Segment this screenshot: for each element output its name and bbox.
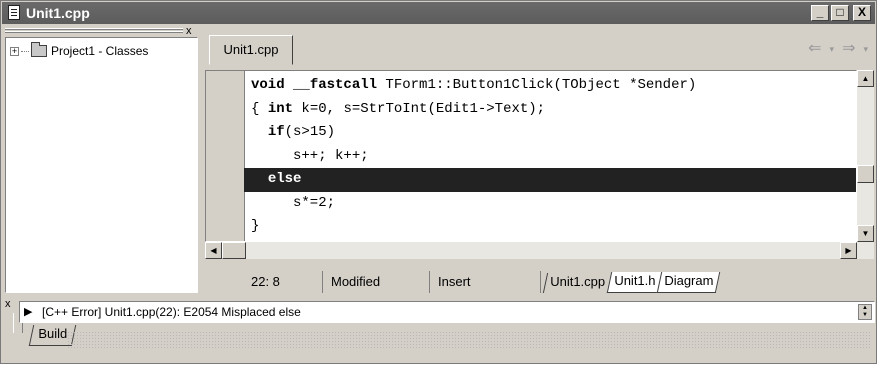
code-lines: void __fastcall TForm1::Button1Click(TOb… (244, 74, 856, 239)
insert-mode-indicator: Insert (430, 271, 541, 293)
cursor-position: 22: 8 (205, 271, 323, 293)
class-explorer-grip[interactable] (5, 27, 183, 35)
code-line[interactable]: { int k=0, s=StrToInt(Edit1->Text); (251, 98, 856, 122)
modified-indicator: Modified (323, 271, 430, 293)
tree-item-label: Project1 - Classes (51, 44, 149, 58)
error-message[interactable]: [C++ Error] Unit1.cpp(22): E2054 Misplac… (42, 302, 301, 322)
minimize-button[interactable]: _ (811, 5, 829, 21)
document-icon (8, 5, 20, 20)
message-scroll-spin[interactable]: ▲ ▼ (858, 304, 872, 320)
horizontal-scrollbar[interactable]: ◀ ▶ (205, 242, 874, 259)
code-line[interactable]: s*=2; (251, 192, 856, 216)
vertical-scroll-thumb[interactable] (857, 165, 874, 183)
editor-pane: Unit1.cpp ⇐ ▾ ⇒ ▾ void __fastcall TForm1… (201, 27, 874, 293)
ide-window: Unit1.cpp _ □ X x + Project1 - Classes U… (0, 0, 877, 364)
message-marker-icon: ▶ (24, 306, 33, 318)
file-tab-diagram[interactable]: Diagram (656, 272, 721, 293)
horizontal-scroll-thumb[interactable] (222, 242, 246, 259)
window-title: Unit1.cpp (26, 5, 90, 21)
code-keyword: else (267, 171, 302, 187)
editor-tab-bar: Unit1.cpp ⇐ ▾ ⇒ ▾ (201, 27, 874, 69)
status-bar: 22: 8 Modified Insert Unit1.cpp Unit1.h … (205, 271, 874, 293)
code-keyword: void (251, 77, 285, 93)
tree-item-project[interactable]: + Project1 - Classes (10, 42, 149, 58)
scroll-right-icon[interactable]: ▶ (840, 242, 857, 259)
forward-dropdown-icon[interactable]: ▾ (863, 41, 868, 57)
tab-unit1-cpp[interactable]: Unit1.cpp (209, 35, 293, 65)
vertical-scrollbar[interactable]: ▲ ▼ (857, 70, 874, 242)
file-tabs: Unit1.cpp Unit1.h Diagram (542, 271, 721, 293)
code-keyword: if (267, 124, 285, 140)
code-editor[interactable]: void __fastcall TForm1::Button1Click(TOb… (205, 70, 857, 242)
folder-icon (31, 42, 47, 57)
class-explorer: x + Project1 - Classes (5, 26, 198, 293)
back-dropdown-icon[interactable]: ▾ (830, 41, 835, 57)
history-nav: ⇐ ▾ ⇒ ▾ (808, 41, 868, 57)
close-button[interactable]: X (853, 5, 871, 21)
forward-arrow-icon[interactable]: ⇒ (842, 41, 855, 57)
class-tree: + Project1 - Classes (5, 37, 198, 293)
message-pane-close-icon[interactable]: x (5, 299, 11, 310)
message-pane: x ▶ [C++ Error] Unit1.cpp(22): E2054 Mis… (5, 299, 875, 361)
code-line[interactable]: void __fastcall TForm1::Button1Click(TOb… (251, 74, 856, 98)
scroll-down-icon[interactable]: ▼ (857, 225, 874, 242)
code-line[interactable]: } (251, 215, 856, 239)
code-keyword: int (267, 100, 294, 117)
message-list[interactable]: ▶ [C++ Error] Unit1.cpp(22): E2054 Mispl… (19, 301, 875, 323)
editor-gutter[interactable] (206, 71, 245, 241)
code-line-highlighted[interactable]: else (244, 168, 856, 192)
title-bar: Unit1.cpp _ □ X (2, 2, 875, 24)
scroll-up-icon[interactable]: ▲ (857, 70, 874, 87)
code-keyword: __fastcall (293, 77, 378, 93)
tab-strip-background (67, 331, 872, 349)
maximize-button[interactable]: □ (831, 5, 849, 21)
expand-icon[interactable]: + (10, 46, 19, 56)
code-line[interactable]: if(s>15) (251, 121, 856, 145)
class-explorer-close-icon[interactable]: x (186, 26, 192, 37)
file-tab-unit1-cpp[interactable]: Unit1.cpp (542, 273, 613, 293)
back-arrow-icon[interactable]: ⇐ (808, 41, 821, 57)
code-line[interactable]: s++; k++; (251, 145, 856, 169)
scroll-left-icon[interactable]: ◀ (205, 242, 222, 259)
file-tab-unit1-h[interactable]: Unit1.h (606, 272, 663, 293)
